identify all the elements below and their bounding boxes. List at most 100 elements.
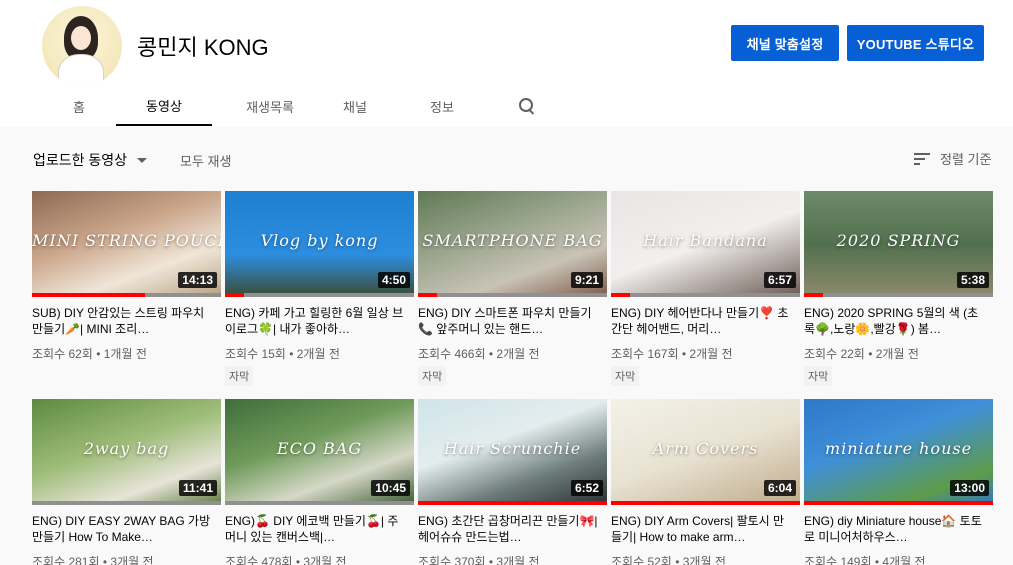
search-icon — [519, 98, 535, 114]
watch-progress-fill — [804, 293, 823, 297]
video-meta: 조회수 62회 • 1개월 전 — [32, 345, 221, 362]
channel-search-button[interactable] — [502, 86, 552, 126]
subtitles-badge: 자막 — [804, 366, 833, 386]
video-thumbnail[interactable]: Hair Bandana 6:57 — [611, 191, 800, 297]
channel-tabs: 홈 동영상 재생목록 채널 정보 — [42, 86, 552, 126]
video-meta: 조회수 370회 • 3개월 전 — [418, 553, 607, 565]
upload-age: 3개월 전 — [496, 555, 540, 565]
video-title[interactable]: ENG) DIY Arm Covers| 팔토시 만들기| How to mak… — [611, 513, 800, 545]
video-title[interactable]: SUB) DIY 안감있는 스트링 파우치 만들기🥕| MINI 조리… — [32, 305, 221, 337]
video-thumbnail[interactable]: miniature house 13:00 — [804, 399, 993, 505]
sort-icon — [914, 152, 930, 165]
watch-progress-bar — [32, 501, 221, 505]
video-card[interactable]: miniature house 13:00 ENG) diy Miniature… — [804, 399, 993, 565]
tab-channels[interactable]: 채널 — [328, 86, 382, 126]
view-count: 조회수 52회 — [611, 555, 672, 565]
video-card[interactable]: ECO BAG 10:45 ENG)🍒 DIY 에코백 만들기🍒| 주머니 있는… — [225, 399, 414, 565]
thumbnail-caption: ECO BAG — [276, 439, 363, 458]
duration-badge: 11:41 — [178, 480, 217, 496]
video-card[interactable]: Vlog by kong 4:50 ENG) 카페 가고 힐링한 6월 일상 브… — [225, 191, 414, 386]
video-title[interactable]: ENG) DIY 스마트폰 파우치 만들기📞 앞주머니 있는 핸드… — [418, 305, 607, 337]
customize-channel-button[interactable]: 채널 맞춤설정 — [731, 25, 839, 61]
watch-progress-fill — [418, 501, 607, 505]
video-title[interactable]: ENG) DIY EASY 2WAY BAG 가방만들기 How To Make… — [32, 513, 221, 545]
view-count: 조회수 167회 — [611, 347, 679, 361]
video-grid: MINI STRING POUCH 14:13 SUB) DIY 안감있는 스트… — [32, 191, 993, 565]
video-card[interactable]: SMARTPHONE BAG 9:21 ENG) DIY 스마트폰 파우치 만들… — [418, 191, 607, 386]
watch-progress-fill — [804, 501, 993, 505]
video-meta: 조회수 149회 • 4개월 전 — [804, 553, 993, 565]
avatar-face — [71, 26, 91, 50]
meta-separator: • — [868, 347, 876, 361]
channel-avatar[interactable] — [42, 6, 122, 86]
duration-badge: 6:04 — [763, 480, 796, 496]
view-count: 조회수 22회 — [804, 347, 865, 361]
view-count: 조회수 466회 — [418, 347, 486, 361]
play-all-button[interactable]: 모두 재생 — [180, 151, 231, 170]
duration-badge: 14:13 — [178, 272, 217, 288]
watch-progress-bar — [804, 293, 993, 297]
watch-progress-bar — [611, 501, 800, 505]
video-thumbnail[interactable]: ECO BAG 10:45 — [225, 399, 414, 505]
subtitles-badge: 자막 — [611, 366, 640, 386]
caret-down-icon — [137, 157, 148, 163]
video-thumbnail[interactable]: Arm Covers 6:04 — [611, 399, 800, 505]
video-card[interactable]: Arm Covers 6:04 ENG) DIY Arm Covers| 팔토시… — [611, 399, 800, 565]
tab-playlists[interactable]: 재생목록 — [212, 86, 328, 126]
video-thumbnail[interactable]: Vlog by kong 4:50 — [225, 191, 414, 297]
youtube-studio-button[interactable]: YOUTUBE 스튜디오 — [847, 25, 984, 61]
video-title[interactable]: ENG) 초간단 곱창머리끈 만들기🎀| 헤어슈슈 만드는법… — [418, 513, 607, 545]
thumbnail-caption: Hair Bandana — [643, 231, 768, 250]
thumbnail-caption: Hair Scrunchie — [443, 439, 582, 458]
upload-age: 3개월 전 — [303, 555, 347, 565]
uploads-dropdown[interactable]: 업로드한 동영상 — [33, 150, 148, 170]
video-card[interactable]: Hair Scrunchie 6:52 ENG) 초간단 곱창머리끈 만들기🎀|… — [418, 399, 607, 565]
upload-age: 2개월 전 — [689, 347, 733, 361]
upload-age: 4개월 전 — [882, 555, 926, 565]
video-title[interactable]: ENG) diy Miniature house🏠 토토로 미니어처하우스… — [804, 513, 993, 545]
video-title[interactable]: ENG) DIY 헤어반다나 만들기❣️ 초간단 헤어밴드, 머리… — [611, 305, 800, 337]
video-thumbnail[interactable]: 2way bag 11:41 — [32, 399, 221, 505]
sort-label: 정렬 기준 — [940, 152, 992, 167]
duration-badge: 4:50 — [377, 272, 410, 288]
duration-badge: 10:45 — [371, 480, 410, 496]
duration-badge: 5:38 — [956, 272, 989, 288]
watch-progress-fill — [418, 293, 437, 297]
thumbnail-caption: MINI STRING POUCH — [32, 231, 221, 250]
video-meta: 조회수 478회 • 3개월 전 — [225, 553, 414, 565]
video-card[interactable]: 2020 SPRING 5:38 ENG) 2020 SPRING 5월의 색 … — [804, 191, 993, 386]
video-meta: 조회수 167회 • 2개월 전 — [611, 345, 800, 362]
video-title[interactable]: ENG) 카페 가고 힐링한 6월 일상 브이로그🍀| 내가 좋아하… — [225, 305, 414, 337]
video-card[interactable]: 2way bag 11:41 ENG) DIY EASY 2WAY BAG 가방… — [32, 399, 221, 565]
video-thumbnail[interactable]: SMARTPHONE BAG 9:21 — [418, 191, 607, 297]
video-title[interactable]: ENG)🍒 DIY 에코백 만들기🍒| 주머니 있는 캔버스백|… — [225, 513, 414, 545]
tab-about[interactable]: 정보 — [382, 86, 502, 126]
tab-home[interactable]: 홈 — [42, 86, 116, 126]
upload-age: 2개월 전 — [875, 347, 919, 361]
video-thumbnail[interactable]: Hair Scrunchie 6:52 — [418, 399, 607, 505]
video-card[interactable]: MINI STRING POUCH 14:13 SUB) DIY 안감있는 스트… — [32, 191, 221, 380]
duration-badge: 6:52 — [570, 480, 603, 496]
thumbnail-caption: SMARTPHONE BAG — [422, 231, 603, 250]
video-thumbnail[interactable]: 2020 SPRING 5:38 — [804, 191, 993, 297]
upload-age: 2개월 전 — [496, 347, 540, 361]
subtitles-badge: 자막 — [418, 366, 447, 386]
video-thumbnail[interactable]: MINI STRING POUCH 14:13 — [32, 191, 221, 297]
duration-badge: 6:57 — [763, 272, 796, 288]
thumbnail-caption: Vlog by kong — [260, 231, 379, 250]
subtitles-badge: 자막 — [225, 366, 254, 386]
watch-progress-bar — [611, 293, 800, 297]
thumbnail-caption: 2way bag — [83, 439, 170, 458]
watch-progress-fill — [225, 293, 244, 297]
sort-button[interactable]: 정렬 기준 — [914, 149, 991, 168]
tab-videos[interactable]: 동영상 — [116, 86, 212, 126]
avatar-body — [58, 54, 104, 86]
video-meta: 조회수 15회 • 2개월 전 — [225, 345, 414, 362]
channel-header: 콩민지 KONG 채널 맞춤설정 YOUTUBE 스튜디오 홈 동영상 재생목록… — [0, 0, 1013, 127]
video-card[interactable]: Hair Bandana 6:57 ENG) DIY 헤어반다나 만들기❣️ 초… — [611, 191, 800, 386]
thumbnail-caption: Arm Covers — [652, 439, 759, 458]
video-title[interactable]: ENG) 2020 SPRING 5월의 색 (초록🌳,노랑🌼,빨강🌹) 봄… — [804, 305, 993, 337]
upload-age: 2개월 전 — [296, 347, 340, 361]
video-meta: 조회수 22회 • 2개월 전 — [804, 345, 993, 362]
video-meta: 조회수 52회 • 3개월 전 — [611, 553, 800, 565]
